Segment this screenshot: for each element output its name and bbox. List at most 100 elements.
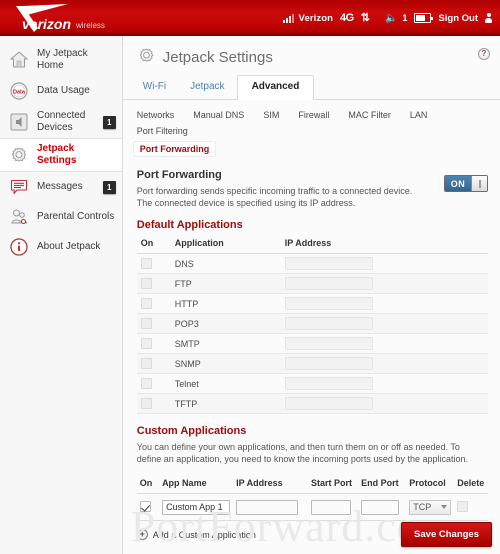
column-header-application: Application — [170, 235, 281, 254]
table-row: HTTP — [136, 293, 488, 314]
sign-out-button[interactable]: Sign Out — [438, 13, 478, 24]
sub-nav-row-2: Port Forwarding — [123, 141, 500, 163]
column-header-app-name: App Name — [159, 475, 234, 494]
column-header-on: On — [136, 475, 160, 494]
row-checkbox-http[interactable] — [140, 298, 152, 310]
row-checkbox-telnet[interactable] — [140, 378, 152, 390]
ip-address-input-snmp[interactable] — [284, 357, 373, 370]
top-bar: verizon wireless Verizon 4G ⇅ 🔈 1 Sign O… — [0, 0, 500, 36]
chevron-down-icon — [441, 505, 448, 509]
cell-protocol: TCP — [406, 493, 455, 521]
verizon-wireless-logo[interactable]: verizon wireless — [10, 2, 130, 34]
svg-text:Data: Data — [13, 90, 26, 96]
sidebar-item-label: Data Usage — [37, 85, 90, 96]
row-checkbox-pop3[interactable] — [140, 318, 152, 330]
row-checkbox-snmp[interactable] — [140, 358, 152, 370]
ip-address-input-smtp[interactable] — [284, 337, 373, 350]
cell-on — [136, 373, 171, 394]
sub-nav: Networks Manual DNS SIM Firewall MAC Fil… — [123, 100, 500, 141]
delete-checkbox[interactable] — [457, 501, 469, 513]
port-forwarding-panel: Port Forwarding Port forwarding sends sp… — [123, 163, 500, 540]
cell-delete — [454, 493, 488, 521]
app-name-input[interactable] — [162, 499, 231, 515]
row-checkbox-tftp[interactable] — [140, 398, 152, 410]
row-checkbox-ftp[interactable] — [140, 278, 152, 290]
row-checkbox-dns[interactable] — [140, 258, 152, 270]
column-header-ip-address: IP Address — [280, 235, 488, 254]
help-icon[interactable]: ? — [478, 48, 490, 60]
column-header-delete: Delete — [454, 475, 488, 494]
svg-text:wireless: wireless — [75, 21, 105, 30]
save-changes-button[interactable]: Save Changes — [401, 522, 492, 547]
gear-icon — [137, 46, 156, 69]
tab-jetpack[interactable]: Jetpack — [178, 76, 236, 99]
subnav-item-port-filtering[interactable]: Port Filtering — [133, 123, 197, 139]
custom-applications-heading: Custom Applications — [136, 425, 247, 437]
ip-address-input-http[interactable] — [284, 297, 373, 310]
table-row: SMTP — [136, 333, 488, 354]
sidebar-item-parental-controls[interactable]: Parental Controls — [0, 202, 122, 232]
tab-advanced[interactable]: Advanced — [236, 75, 315, 100]
cell-app-name — [159, 493, 234, 521]
cell-on — [136, 273, 171, 294]
sidebar-badge: 1 — [102, 180, 116, 194]
ip-address-input-telnet[interactable] — [284, 377, 373, 390]
subnav-item-lan[interactable]: LAN — [406, 107, 437, 123]
row-checkbox-smtp[interactable] — [140, 338, 152, 350]
sidebar-item-jetpack-settings[interactable]: Jetpack Settings — [0, 138, 122, 172]
cell-application: DNS — [170, 253, 281, 274]
signal-group: Verizon — [282, 13, 334, 24]
subnav-item-firewall[interactable]: Firewall — [294, 107, 338, 123]
connected-devices-icon — [8, 111, 30, 133]
cell-start-port — [307, 493, 359, 521]
sidebar-item-label: About Jetpack — [37, 241, 101, 252]
protocol-select[interactable]: TCP — [409, 499, 452, 515]
cell-ip-address — [280, 373, 488, 394]
subnav-item-port-forwarding[interactable]: Port Forwarding — [132, 141, 217, 157]
cell-on — [136, 253, 171, 274]
table-row: FTP — [136, 273, 488, 294]
tab-wifi[interactable]: Wi-Fi — [131, 76, 178, 99]
app-root: verizon wireless Verizon 4G ⇅ 🔈 1 Sign O… — [0, 0, 500, 554]
subnav-item-sim[interactable]: SIM — [259, 107, 288, 123]
subnav-item-manual-dns[interactable]: Manual DNS — [189, 107, 253, 123]
toggle-knob — [471, 176, 487, 191]
custom-row-checkbox[interactable] — [139, 501, 151, 513]
data-transfer-icon: ⇅ — [360, 11, 370, 24]
sidebar-item-connected-devices[interactable]: Connected Devices 1 — [0, 106, 122, 138]
page-title: Jetpack Settings — [137, 46, 488, 78]
custom-applications-body: TCP — [136, 493, 488, 521]
column-header-on: On — [136, 235, 171, 254]
column-header-end-port: End Port — [358, 475, 407, 494]
ip-address-input-ftp[interactable] — [284, 277, 373, 290]
speaker-group: 🔈 1 — [385, 13, 407, 24]
cell-end-port — [358, 493, 407, 521]
custom-ip-address-input[interactable] — [236, 499, 299, 515]
sidebar-badge: 1 — [102, 115, 116, 129]
table-row: Telnet — [136, 373, 488, 394]
cell-ip-address — [280, 393, 488, 414]
port-forwarding-toggle[interactable]: ON — [444, 175, 488, 192]
parental-controls-icon — [8, 206, 30, 228]
ip-address-input-dns[interactable] — [284, 257, 373, 270]
subnav-item-mac-filter[interactable]: MAC Filter — [344, 107, 400, 123]
signal-bars-icon — [282, 13, 294, 23]
sidebar-item-data-usage[interactable]: Data Data Usage — [0, 76, 122, 106]
subnav-item-networks[interactable]: Networks — [133, 107, 184, 123]
sidebar-item-messages[interactable]: Messages 1 — [0, 172, 122, 202]
end-port-input[interactable] — [361, 499, 400, 515]
sidebar-item-my-jetpack-home[interactable]: My Jetpack Home — [0, 44, 122, 76]
cell-ip-address — [233, 493, 308, 521]
ip-address-input-pop3[interactable] — [284, 317, 373, 330]
cell-application: SNMP — [170, 353, 281, 374]
battery-icon — [414, 13, 434, 23]
sidebar-item-about-jetpack[interactable]: About Jetpack — [0, 232, 122, 262]
sidebar-nav: My Jetpack Home Data Data Usage Connecte… — [0, 36, 123, 554]
sidebar-item-label: Connected Devices — [37, 110, 86, 133]
cell-application: TFTP — [170, 393, 281, 414]
table-header-row: On Application IP Address — [136, 235, 488, 254]
ip-address-input-tftp[interactable] — [284, 397, 373, 410]
start-port-input[interactable] — [310, 499, 351, 515]
home-icon — [8, 49, 30, 71]
default-applications-heading: Default Applications — [136, 219, 243, 231]
